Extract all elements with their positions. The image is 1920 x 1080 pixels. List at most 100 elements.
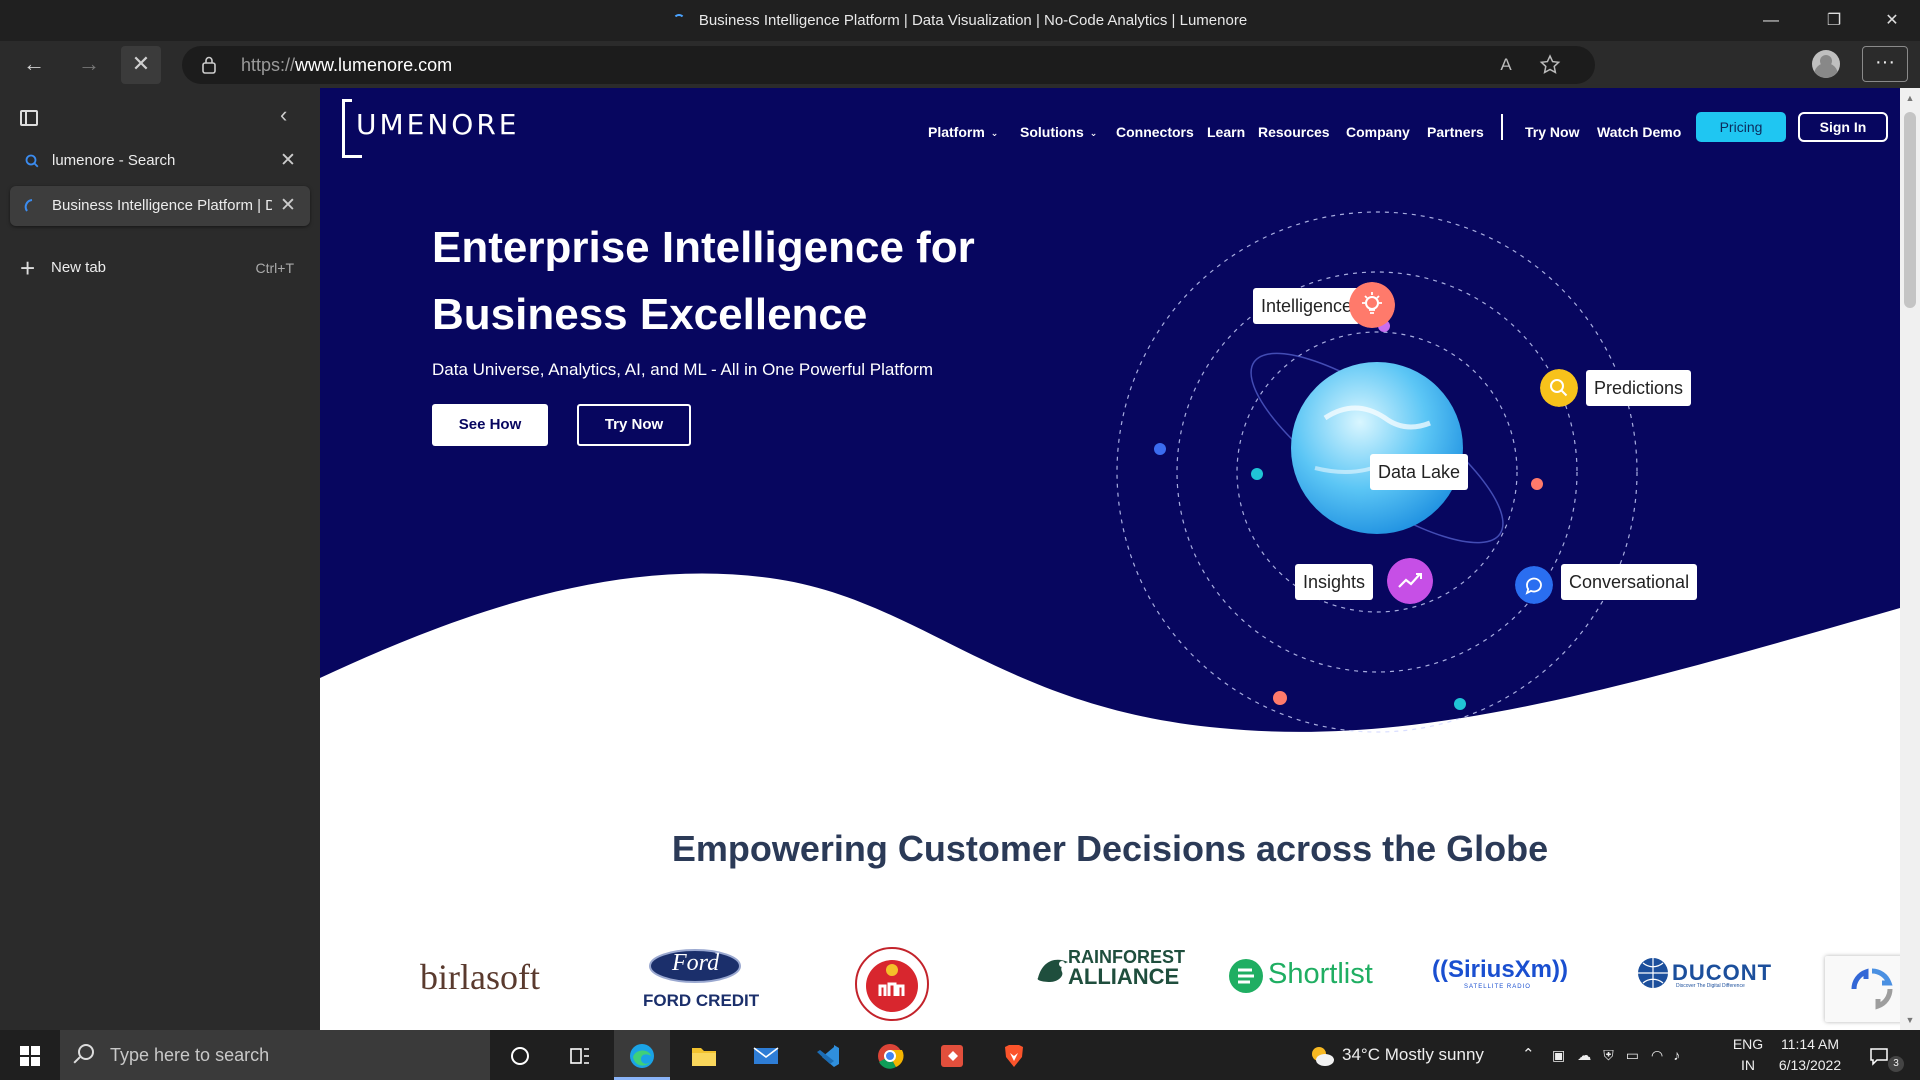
nav-solutions-label: Solutions: [1020, 124, 1084, 140]
nav-company[interactable]: Company: [1346, 124, 1410, 140]
edge-app-icon[interactable]: [614, 1030, 670, 1080]
close-window-button[interactable]: ✕: [1864, 0, 1920, 41]
globe-icon: [1638, 958, 1668, 988]
nav-solutions[interactable]: Solutions ⌄: [1020, 124, 1097, 140]
windows-taskbar: Type here to search 34°C Mostly sunny ⌃ …: [0, 1030, 1920, 1080]
sign-in-button[interactable]: Sign In: [1798, 112, 1888, 142]
tray-status-icons[interactable]: ▣ ☁ ⛨ ▭ ◠ ♪: [1552, 1030, 1680, 1080]
collapse-pane-button[interactable]: ‹: [280, 102, 287, 128]
address-bar[interactable]: https://www.lumenore.com A: [182, 46, 1595, 84]
add-favorite-icon[interactable]: [1539, 54, 1561, 76]
new-tab-button[interactable]: + New tab Ctrl+T: [20, 248, 300, 288]
tab-actions-icon[interactable]: [20, 110, 38, 126]
chat-bubble-icon: [1515, 566, 1553, 604]
stop-loading-button[interactable]: ✕: [121, 46, 161, 84]
predictions-icon: [1540, 369, 1578, 407]
see-how-button[interactable]: See How: [432, 404, 548, 446]
scroll-up-icon[interactable]: ▲: [1900, 88, 1920, 108]
nhm-emblem-icon: [855, 947, 929, 1021]
security-icon[interactable]: ⛨: [1603, 1047, 1614, 1063]
mail-app-icon[interactable]: [738, 1030, 794, 1080]
task-view-icon[interactable]: [552, 1030, 608, 1080]
forward-button[interactable]: →: [69, 46, 109, 84]
search-icon: [78, 1044, 94, 1060]
window-title: Business Intelligence Platform | Data Vi…: [0, 0, 1920, 41]
nav-learn[interactable]: Learn: [1207, 124, 1245, 140]
system-clock[interactable]: 11:14 AM 6/13/2022: [1772, 1034, 1848, 1076]
minimize-button[interactable]: —: [1743, 0, 1799, 41]
clock-date: 6/13/2022: [1778, 1057, 1842, 1073]
close-tab-icon[interactable]: ✕: [280, 141, 296, 181]
chevron-down-icon: ⌄: [1089, 128, 1098, 138]
read-aloud-icon[interactable]: A: [1495, 54, 1517, 76]
sun-cloud-icon: [1312, 1046, 1334, 1066]
chevron-down-icon: ⌄: [990, 128, 999, 138]
settings-more-button[interactable]: ···: [1862, 46, 1908, 82]
lumenore-logo[interactable]: UMENORE: [342, 99, 532, 160]
ford-script: Ford: [672, 950, 720, 976]
nav-connectors[interactable]: Connectors: [1116, 124, 1194, 140]
title-bar: Business Intelligence Platform | Data Vi…: [0, 0, 1920, 41]
cortana-icon[interactable]: [492, 1030, 548, 1080]
nav-platform[interactable]: Platform ⌄: [928, 124, 998, 140]
tab-business-intelligence[interactable]: Business Intelligence Platform | D ✕: [10, 186, 310, 226]
tab-lumenore-search[interactable]: lumenore - Search ✕: [10, 141, 310, 181]
ducont-tagline: Discover The Digital Difference: [1676, 983, 1745, 989]
git-app-icon[interactable]: [924, 1030, 980, 1080]
siriusxm-text: ((SiriusXm)): [1432, 956, 1569, 983]
loading-icon: [672, 14, 685, 26]
language-indicator[interactable]: ENG IN: [1728, 1034, 1768, 1076]
nav-try-now[interactable]: Try Now: [1525, 124, 1579, 140]
file-explorer-icon[interactable]: [676, 1030, 732, 1080]
browser-toolbar: ← → ✕ https://www.lumenore.com A ···: [0, 41, 1920, 113]
notifications-button[interactable]: 3: [1868, 1030, 1908, 1080]
ford-credit-text: FORD CREDIT: [643, 991, 760, 1010]
nav-resources[interactable]: Resources: [1258, 124, 1330, 140]
language-region: IN: [1741, 1057, 1755, 1073]
chrome-icon[interactable]: [862, 1030, 918, 1080]
back-button[interactable]: ←: [14, 46, 54, 84]
nav-partners[interactable]: Partners: [1427, 124, 1484, 140]
try-now-button[interactable]: Try Now: [577, 404, 691, 446]
taskbar-search-box[interactable]: Type here to search: [60, 1030, 490, 1080]
scroll-down-icon[interactable]: ▼: [1900, 1010, 1920, 1030]
label-conversational: Conversational: [1561, 564, 1698, 600]
wifi-icon[interactable]: ◠: [1651, 1047, 1663, 1063]
battery-icon[interactable]: ▭: [1626, 1047, 1639, 1063]
pricing-button[interactable]: Pricing: [1696, 112, 1786, 142]
hero-title-line: Enterprise Intelligence for: [432, 223, 975, 272]
birlasoft-logo: birlasoft: [420, 957, 540, 997]
close-tab-icon[interactable]: ✕: [280, 186, 296, 226]
notification-count-badge: 3: [1888, 1056, 1904, 1072]
windows-start-icon[interactable]: [20, 1046, 40, 1066]
weather-widget[interactable]: 34°C Mostly sunny: [1308, 1030, 1484, 1080]
customers-section-title: Empowering Customer Decisions across the…: [671, 828, 1549, 869]
label-data-lake: Data Lake: [1370, 454, 1469, 490]
volume-icon[interactable]: ♪: [1673, 1047, 1680, 1063]
label-intelligence: Intelligence: [1253, 288, 1361, 324]
url-text[interactable]: https://www.lumenore.com: [241, 46, 452, 84]
lock-icon[interactable]: [202, 56, 216, 74]
url-scheme: https://: [241, 55, 296, 75]
nav-watch-demo[interactable]: Watch Demo: [1597, 124, 1681, 140]
vscode-icon[interactable]: [800, 1030, 856, 1080]
profile-avatar[interactable]: [1812, 50, 1840, 78]
client-logos-row: birlasoft Ford FORD CREDIT RAINFOREST ALL…: [320, 947, 1900, 1030]
label-insights: Insights: [1295, 564, 1374, 600]
search-icon: [25, 154, 39, 168]
page-scrollbar[interactable]: ▲ ▼: [1900, 88, 1920, 1030]
onedrive-icon[interactable]: ☁: [1577, 1047, 1591, 1063]
hero-title: Enterprise Intelligence for Business Exc…: [432, 214, 1072, 348]
loading-icon: [24, 199, 33, 212]
platform-orbit-illustration: Intelligence Predictions Data Lake Insig…: [1050, 148, 1770, 748]
scrollbar-thumb[interactable]: [1904, 112, 1916, 308]
rainforest-text-line: ALLIANCE: [1068, 964, 1180, 989]
hero-title-line: Business Excellence: [432, 290, 868, 339]
siriusxm-logo: ((SiriusXm)) SATELLITE RADIO: [1432, 956, 1569, 990]
meet-now-icon[interactable]: ▣: [1552, 1047, 1565, 1063]
national-health-mission-logo: [840, 936, 944, 1029]
show-hidden-icons[interactable]: ⌃: [1522, 1030, 1535, 1080]
recaptcha-badge[interactable]: [1825, 956, 1900, 1022]
restore-button[interactable]: ❐: [1806, 0, 1862, 41]
brave-icon[interactable]: [986, 1030, 1042, 1080]
